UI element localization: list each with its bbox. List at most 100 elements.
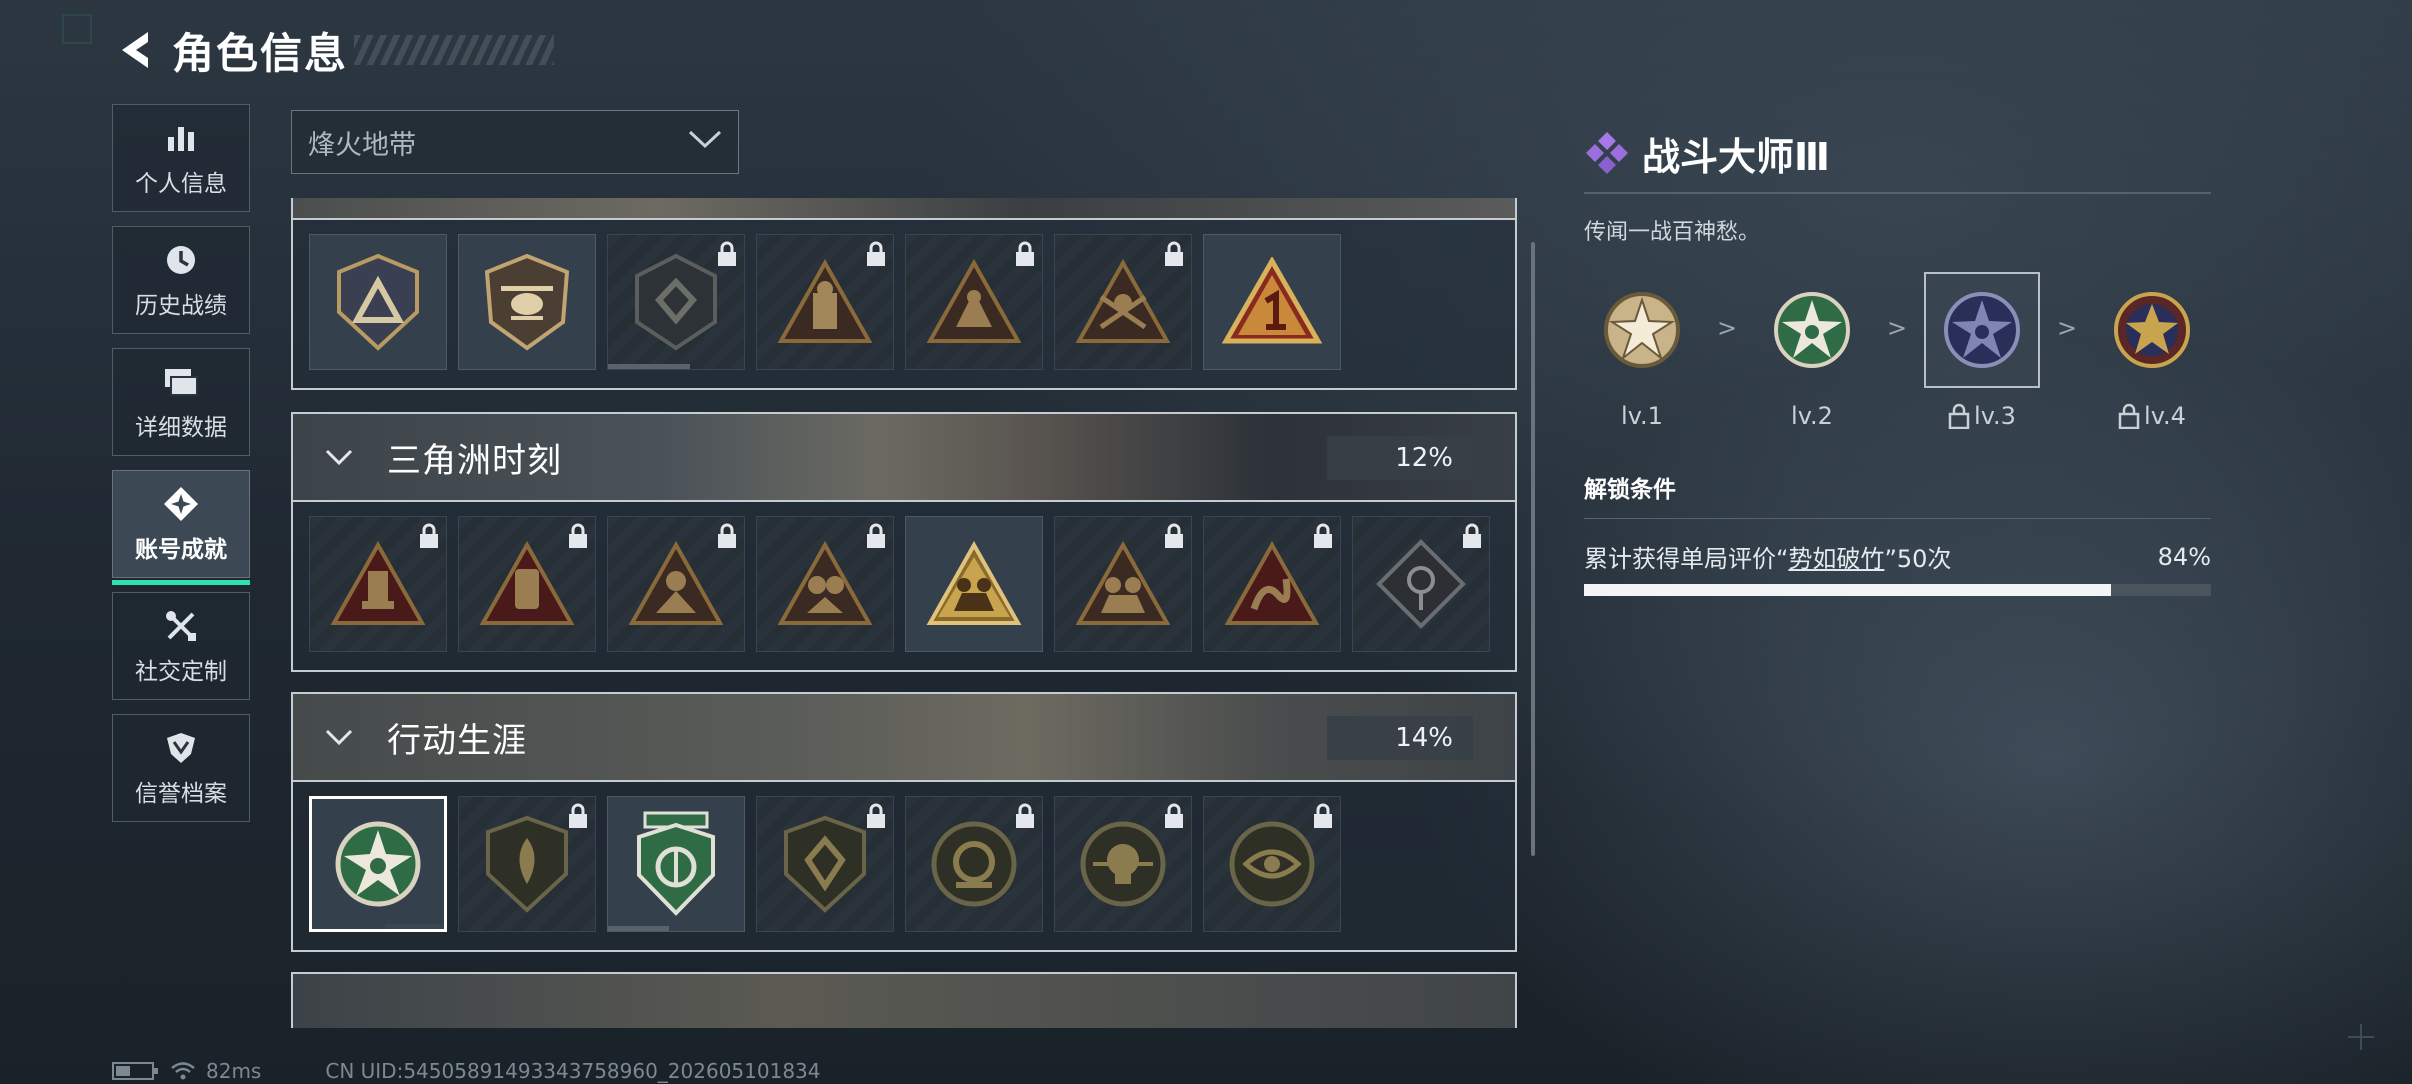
achievement-badge-locked[interactable] [607,234,745,370]
lock-icon [1016,803,1034,828]
level-label-text: lv.3 [1974,401,2016,430]
achievement-badge-locked[interactable] [1203,796,1341,932]
achievement-badge[interactable] [309,234,447,370]
category-name: 三角洲时刻 [387,440,562,481]
corner-plus-icon [2348,1024,2374,1050]
achievement-badge-locked[interactable] [905,234,1043,370]
category-header-partial[interactable] [291,972,1517,1028]
achievement-badge[interactable] [607,796,745,932]
badge-row [291,220,1517,390]
unlock-condition-title: 解锁条件 [1584,476,1676,503]
achievement-badge[interactable] [1203,234,1341,370]
lock-icon [569,803,587,828]
achievement-badge-locked[interactable] [1054,796,1192,932]
lock-icon [867,241,885,266]
soldier-triangle-badge-icon [628,540,724,625]
level-label: lv.2 [1791,402,1833,430]
mode-dropdown[interactable]: 烽火地带 [291,110,739,174]
sidebar-item-social[interactable]: 社交定制 [112,592,250,700]
achievement-badge-locked[interactable] [458,516,596,652]
sidebar-item-label: 账号成就 [135,537,227,563]
category-percent-value: 12% [1395,443,1453,473]
title-decoration [354,35,555,65]
badge-progress [608,364,690,369]
flame-shield-badge-icon [486,815,568,913]
skull-circle-badge-icon [1080,821,1166,907]
level-medal[interactable] [2094,272,2210,388]
sidebar-item-achievements[interactable]: 账号成就 [112,470,250,585]
level-label: lv.3 [1948,402,2016,430]
soldiers-triangle-badge-icon [1075,540,1171,625]
page-title: 角色信息 [172,28,349,78]
data-cards-icon [161,362,201,402]
lock-icon [1165,241,1183,266]
level-medal[interactable] [1754,272,1870,388]
level-separator: > [1716,313,1738,342]
lock-icon [867,803,885,828]
list-scrollbar[interactable] [1531,242,1535,856]
category-header-delta-moments[interactable]: 三角洲时刻 12% [291,412,1517,502]
level-item[interactable]: lv.4 [2094,272,2210,430]
achievement-badge-locked[interactable] [1054,234,1192,370]
category-banner-partial [291,198,1517,220]
chevron-down-icon [325,729,353,746]
achievement-badge-locked[interactable] [905,796,1043,932]
achievement-badge-locked[interactable] [1352,516,1490,652]
lock-icon [1463,523,1481,548]
red-star-medal-icon [2114,291,2190,368]
achievement-badge-locked[interactable] [756,796,894,932]
lock-icon [1016,241,1034,266]
warrior-triangle-badge-icon [777,258,873,343]
sidebar-item-credibility[interactable]: 信誉档案 [112,714,250,822]
sidebar-item-detailed-data[interactable]: 详细数据 [112,348,250,456]
achievement-badge-locked[interactable] [1054,516,1192,652]
achievement-badge-locked[interactable] [309,516,447,652]
chevron-down-icon [688,130,722,154]
back-arrow-icon[interactable] [110,26,158,74]
green-star-medal-icon [335,821,421,907]
sidebar-item-history[interactable]: 历史战绩 [112,226,250,334]
achievement-list[interactable]: 三角洲时刻 12% 行动生涯 14% [291,198,1517,1028]
achievement-badge-selected[interactable] [309,796,447,932]
detail-title: 战斗大师Ⅲ [1642,134,1830,179]
credibility-icon [161,728,201,768]
category-header-operation-career[interactable]: 行动生涯 14% [291,692,1517,782]
achievement-badge-locked[interactable] [756,234,894,370]
badge-progress [608,926,670,931]
level-item[interactable]: lv.1 [1584,272,1700,430]
achievement-badge[interactable] [905,516,1043,652]
achievement-badge-locked[interactable] [1203,516,1341,652]
crystal-shield-badge-icon [784,815,866,913]
condition-prefix: 累计获得单局评价“ [1584,545,1789,573]
sidebar-item-label: 历史战绩 [135,293,227,319]
category-name: 行动生涯 [387,720,527,761]
lock-icon [569,523,587,548]
achievement-detail-panel: 战斗大师Ⅲ 传闻一战百神愁。 lv.1 > lv.2 > lv.3 > lv.4… [1584,128,2211,596]
achievement-badge-locked[interactable] [458,796,596,932]
sidebar-item-label: 信誉档案 [135,781,227,807]
badge-row [291,782,1517,952]
green-shield-badge-icon [637,811,715,916]
achievement-badge-locked[interactable] [607,516,745,652]
level-separator: > [2056,313,2078,342]
level-medal[interactable] [1584,272,1700,388]
circle-emblem-badge-icon [931,821,1017,907]
tan-star-medal-icon [1604,291,1680,368]
soldier-triangle-badge-icon [777,540,873,625]
sidebar-item-personal-info[interactable]: 个人信息 [112,104,250,212]
level-item-selected[interactable]: lv.3 [1924,271,2040,430]
serpent-triangle-badge-icon [1224,540,1320,625]
soldier-triangle-badge-icon [479,540,575,625]
divider [1584,517,2211,519]
level-separator: > [1886,313,1908,342]
hexagon-badge-icon [635,253,717,351]
level-label: lv.1 [1621,402,1663,430]
green-star-medal-icon [1774,291,1850,368]
soldiers-triangle-badge-icon [926,540,1022,625]
achievement-badge[interactable] [458,234,596,370]
lock-icon [1165,803,1183,828]
achievement-badge-locked[interactable] [756,516,894,652]
level-medal-selected[interactable] [1924,271,2040,388]
level-item[interactable]: lv.2 [1754,272,1870,430]
level-label-text: lv.2 [1791,401,1833,430]
